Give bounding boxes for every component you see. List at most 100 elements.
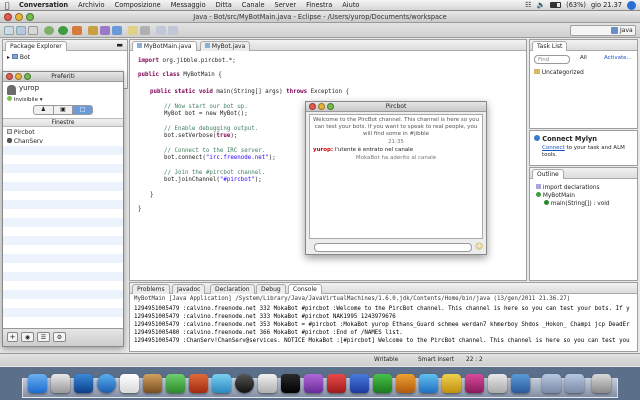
tree-item-bot[interactable]: ▸ Bot <box>7 54 30 61</box>
menubar-clock[interactable]: gio 21.37 <box>591 1 622 9</box>
menu-app-conversation[interactable]: Conversation <box>14 1 73 9</box>
windows-view-icon[interactable]: □ <box>73 106 92 114</box>
battery-icon[interactable] <box>550 2 562 8</box>
safari-icon[interactable] <box>97 374 116 393</box>
menu-server[interactable]: Server <box>270 1 302 9</box>
dashboard-icon[interactable] <box>51 374 70 393</box>
system-preferences-icon[interactable] <box>258 374 277 393</box>
status-dot-icon <box>7 96 12 101</box>
tab-mybot-java[interactable]: MyBot.java <box>200 41 251 51</box>
trash-icon[interactable] <box>592 374 611 393</box>
list-item[interactable]: Pircbot <box>7 129 35 136</box>
expand-arrow-icon[interactable]: ▸ <box>7 54 10 61</box>
facetime-icon[interactable] <box>166 374 185 393</box>
outline-item[interactable]: main(String[]) : void <box>544 200 610 207</box>
print-icon[interactable] <box>28 26 38 35</box>
notes-icon[interactable] <box>442 374 461 393</box>
apple-menu-icon[interactable]:  <box>0 1 14 10</box>
tab-task-list[interactable]: Task List <box>532 41 568 51</box>
outline-item[interactable]: MyBotMain <box>536 192 575 199</box>
chat-zoom-button[interactable] <box>327 103 334 110</box>
word-icon[interactable] <box>350 374 369 393</box>
terminal-icon[interactable] <box>281 374 300 393</box>
tab-problems[interactable]: Problems <box>132 284 170 294</box>
chat-close-button[interactable] <box>309 103 316 110</box>
menu-messaggio[interactable]: Messaggio <box>166 1 211 9</box>
xcode-icon[interactable] <box>511 374 530 393</box>
all-filter[interactable]: All <box>580 55 587 61</box>
task-find-input[interactable]: Find <box>534 55 570 64</box>
new-class-icon[interactable] <box>112 26 122 35</box>
tab-declaration[interactable]: Declaration <box>210 284 255 294</box>
tab-mybotmain-java[interactable]: MyBotMain.java <box>132 41 197 51</box>
buddy-minimize-button[interactable] <box>15 73 22 80</box>
debug-icon[interactable] <box>44 26 54 35</box>
console-output[interactable]: 1294951005479 :calvino.freenode.net 332 … <box>130 304 637 352</box>
menu-finestra[interactable]: Finestra <box>301 1 337 9</box>
photo-icon[interactable] <box>143 374 162 393</box>
rooms-view-icon[interactable]: ▣ <box>53 106 74 114</box>
menu-archivio[interactable]: Archivio <box>73 1 109 9</box>
volume-icon[interactable]: 🔈 <box>536 1 545 9</box>
task-category[interactable]: Uncategorized <box>534 69 584 76</box>
emoji-icon[interactable]: ☺ <box>475 242 483 251</box>
powerpoint-icon[interactable] <box>327 374 346 393</box>
garageband-icon[interactable] <box>189 374 208 393</box>
tab-debug[interactable]: Debug <box>256 284 286 294</box>
eclipse-icon[interactable] <box>304 374 323 393</box>
chat-transcript[interactable]: Welcome to the PircBot channel. This cha… <box>309 114 483 239</box>
zoom-window-button[interactable] <box>26 13 34 21</box>
menu-canale[interactable]: Canale <box>237 1 270 9</box>
external-tools-icon[interactable] <box>72 26 82 35</box>
gear-icon[interactable]: ⚙ <box>53 332 66 342</box>
activate-link[interactable]: Activate... <box>604 55 632 61</box>
buddy-zoom-button[interactable] <box>24 73 31 80</box>
search-icon[interactable] <box>140 26 150 35</box>
outline-item[interactable]: import declarations <box>536 184 599 191</box>
save-icon[interactable] <box>16 26 26 35</box>
new-package-icon[interactable] <box>100 26 110 35</box>
wifi-icon[interactable]: ☷ <box>525 1 531 9</box>
chat-minimize-button[interactable] <box>318 103 325 110</box>
people-view-icon[interactable]: ♟ <box>34 106 54 114</box>
status-selector[interactable]: Invisibile ▾ <box>7 96 42 103</box>
excel-icon[interactable] <box>373 374 392 393</box>
run-icon[interactable] <box>58 26 68 35</box>
calendar-icon[interactable] <box>120 374 139 393</box>
time-machine-icon[interactable] <box>235 374 254 393</box>
menu-composizione[interactable]: Composizione <box>110 1 166 9</box>
tab-outline[interactable]: Outline <box>532 169 564 179</box>
itunes-icon[interactable] <box>212 374 231 393</box>
perspective-switcher[interactable]: Java <box>570 25 636 36</box>
list-item[interactable]: ChanServ <box>7 138 43 145</box>
buddy-close-button[interactable] <box>6 73 13 80</box>
chat-input[interactable] <box>314 243 472 252</box>
minimize-view-icon[interactable]: ▬ <box>116 41 123 49</box>
menu-ditta[interactable]: Ditta <box>211 1 237 9</box>
forward-icon[interactable] <box>168 26 178 35</box>
chat-bubble-icon[interactable]: ◉ <box>21 332 34 342</box>
close-window-button[interactable] <box>4 13 12 21</box>
tab-package-explorer[interactable]: Package Explorer <box>5 41 67 51</box>
list-view-icon[interactable]: ☰ <box>37 332 50 342</box>
skype-icon[interactable] <box>419 374 438 393</box>
new-java-project-icon[interactable] <box>88 26 98 35</box>
minimize-window-button[interactable] <box>15 13 23 21</box>
preview-icon[interactable] <box>488 374 507 393</box>
open-type-icon[interactable] <box>128 26 138 35</box>
firefox-icon[interactable] <box>396 374 415 393</box>
conversation-icon[interactable] <box>465 374 484 393</box>
finder-icon[interactable] <box>28 374 47 393</box>
add-icon[interactable]: + <box>7 332 18 342</box>
new-icon[interactable] <box>4 26 14 35</box>
menu-aiuto[interactable]: Aiuto <box>337 1 364 9</box>
mylyn-connect-link[interactable]: Connect <box>542 145 565 151</box>
back-icon[interactable] <box>156 26 166 35</box>
spotlight-icon[interactable] <box>627 0 636 10</box>
applications-folder-icon[interactable] <box>542 374 561 393</box>
downloads-folder-icon[interactable] <box>565 374 584 393</box>
mail-icon[interactable] <box>74 374 93 393</box>
tab-javadoc[interactable]: Javadoc <box>172 284 206 294</box>
tab-console[interactable]: Console <box>288 284 322 294</box>
eclipse-toolbar: Java <box>0 23 640 38</box>
